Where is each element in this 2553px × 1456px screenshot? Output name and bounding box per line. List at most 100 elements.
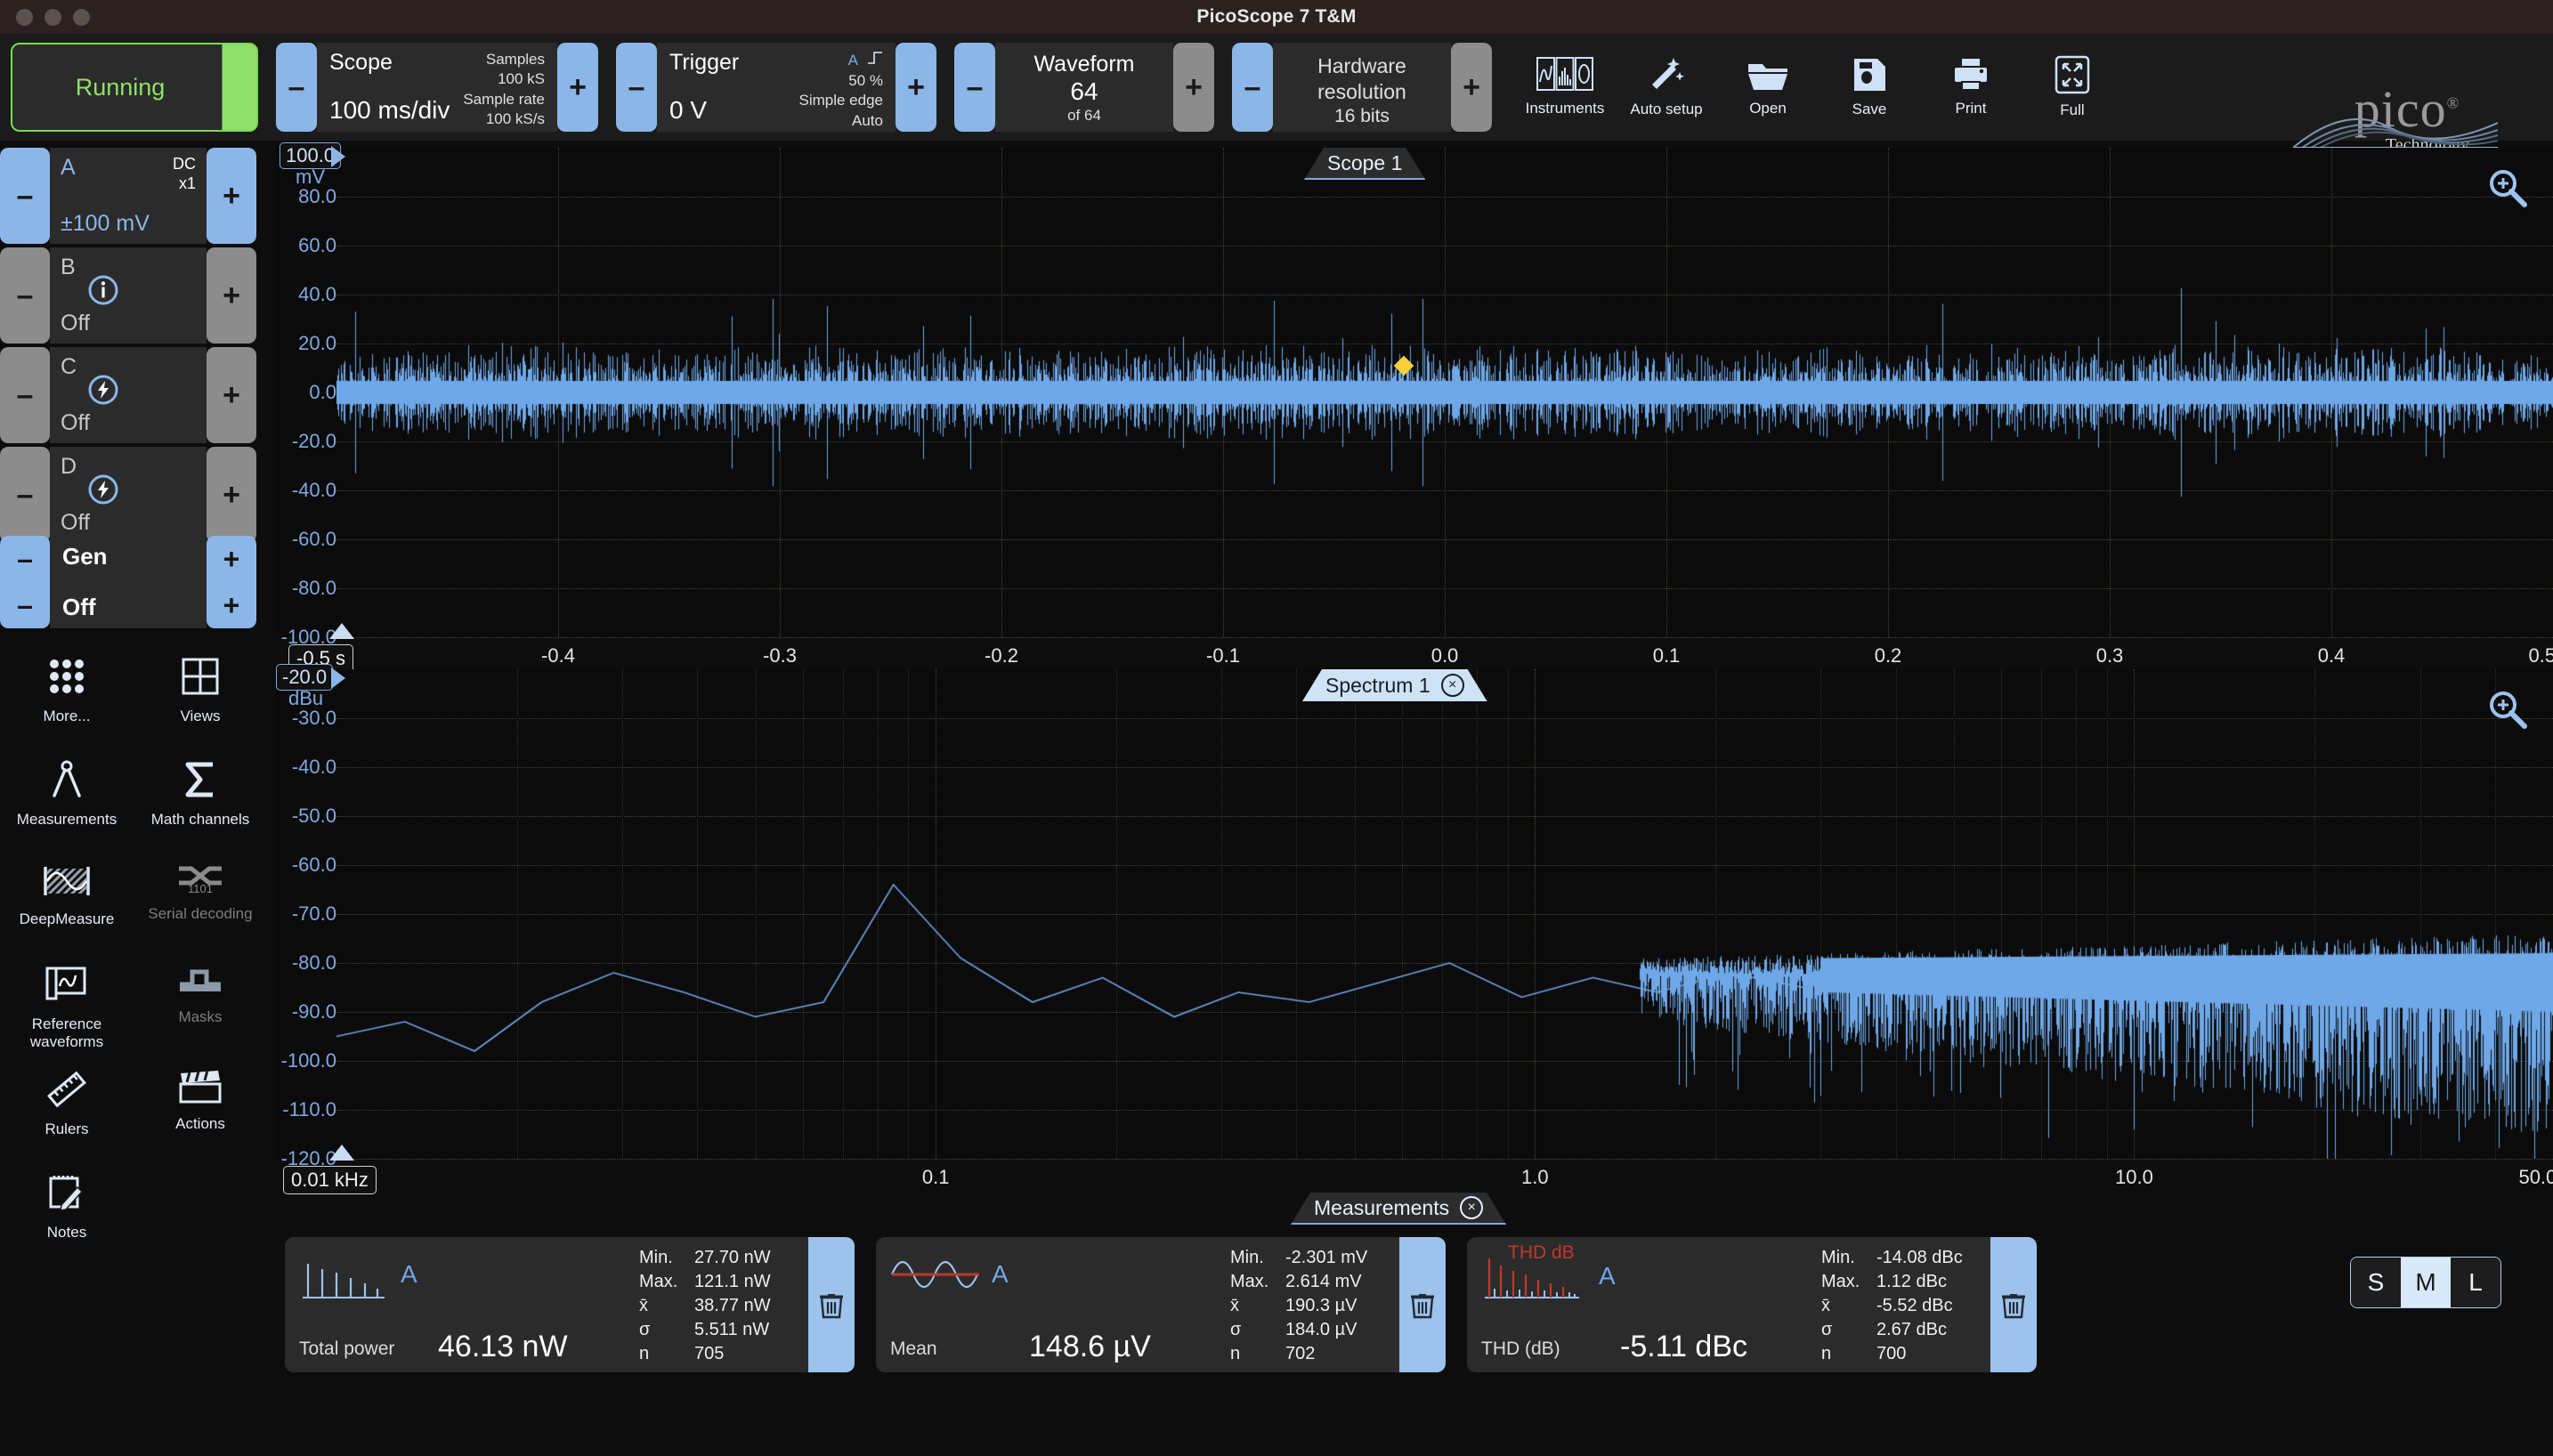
print-button[interactable]: Print — [1923, 41, 2019, 133]
timebase-increment-button[interactable]: + — [557, 43, 598, 132]
x-axis-tick-label: -0.1 — [1206, 644, 1240, 667]
channel-B-increment-button[interactable]: + — [207, 247, 256, 344]
tool-more[interactable]: More... — [0, 650, 134, 748]
spectrum-freq-marker[interactable] — [329, 1145, 354, 1161]
tab-measurements[interactable]: Measurements × — [1291, 1193, 1506, 1225]
scope-channel-offset-marker[interactable] — [331, 146, 345, 167]
window-title: PicoScope 7 T&M — [1196, 6, 1357, 27]
spectrum-thumb-icon — [299, 1250, 399, 1306]
channel-A-control[interactable]: – A ±100 mV DC x1 + — [0, 148, 256, 244]
tool-notes[interactable]: Notes — [0, 1166, 134, 1264]
magnifier-icon[interactable] — [2487, 689, 2528, 734]
channel-A-decrement-button[interactable]: – — [0, 148, 50, 244]
size-option-m[interactable]: M — [2401, 1258, 2451, 1307]
info-icon[interactable] — [87, 274, 119, 311]
measurement-card-mean[interactable]: A Mean 148.6 µV Min. -2.301 mV Max. 2.61… — [876, 1237, 1446, 1372]
timebase-control[interactable]: – Scope 100 ms/div Samples 100 kS Sample… — [276, 43, 598, 132]
delete-measurement-button[interactable] — [1399, 1237, 1446, 1372]
waveform-decrement-button[interactable]: – — [954, 43, 995, 132]
x-axis-tick-label: 1.0 — [1521, 1166, 1549, 1188]
save-button[interactable]: Save — [1821, 41, 1917, 133]
channel-D-control[interactable]: – D Off + — [0, 447, 256, 543]
measurement-card-thd[interactable]: THD dB A THD (dB) -5.11 dBc Min. -14.08 … — [1467, 1237, 2037, 1372]
bolt-icon[interactable] — [87, 374, 119, 410]
waveform-total: of 64 — [1067, 107, 1101, 124]
tab-spectrum-1[interactable]: Spectrum 1 × — [1302, 669, 1487, 701]
tool-actions[interactable]: Actions — [134, 1063, 267, 1161]
tool-serial-decoding[interactable]: 1101 Serial decoding — [134, 856, 267, 954]
tab-scope-1[interactable]: Scope 1 — [1304, 148, 1425, 180]
tool-measurements[interactable]: Measurements — [0, 753, 134, 851]
fullscreen-label: Full — [2060, 101, 2085, 118]
measurement-channel-label: A — [401, 1260, 417, 1288]
timebase-decrement-button[interactable]: – — [276, 43, 317, 132]
generator-decrement-buttons[interactable]: – – — [0, 536, 50, 628]
waveform-control[interactable]: – Waveform 64 of 64 + — [954, 43, 1214, 132]
tool-deepmeasure[interactable]: DeepMeasure — [0, 856, 134, 954]
spectrum-freq-start-box[interactable]: 0.01 kHz — [283, 1166, 377, 1194]
y-axis-tick-label: 20.0 — [298, 332, 336, 354]
trigger-source-label: A — [847, 51, 858, 69]
measurement-stats: Min. -14.08 dBc Max. 1.12 dBc x̄ -5.52 d… — [1821, 1237, 1990, 1372]
channel-B-range: Off — [61, 311, 90, 336]
channel-C-decrement-button[interactable]: – — [0, 347, 50, 443]
trigger-control[interactable]: – Trigger 0 V A 50 % Simple edge Auto + — [616, 43, 936, 132]
tool-views[interactable]: Views — [134, 650, 267, 748]
timebase-value: 100 ms/div — [329, 96, 450, 124]
y-axis-tick-label: -40.0 — [291, 756, 336, 778]
tool-math-channels[interactable]: Math channels — [134, 753, 267, 851]
trigger-mode: Simple edge — [798, 92, 883, 109]
resolution-increment-button[interactable]: + — [1451, 43, 1492, 132]
tool-rulers[interactable]: Rulers — [0, 1063, 134, 1161]
magnifier-icon[interactable] — [2487, 167, 2528, 213]
spectrum-y-axis: -20.0-30.0-40.0-50.0-60.0-70.0-80.0-90.0… — [276, 669, 336, 1169]
open-button[interactable]: Open — [1720, 41, 1816, 133]
size-option-s[interactable]: S — [2351, 1258, 2401, 1307]
window-titlebar: PicoScope 7 T&M — [0, 0, 2553, 34]
fullscreen-button[interactable]: Full — [2024, 41, 2120, 133]
channel-A-increment-button[interactable]: + — [207, 148, 256, 244]
channel-B-decrement-button[interactable]: – — [0, 247, 50, 344]
instruments-button[interactable]: Instruments — [1517, 41, 1613, 133]
generator-increment-buttons[interactable]: + + — [207, 536, 256, 628]
channel-D-increment-button[interactable]: + — [207, 447, 256, 543]
bolt-icon[interactable] — [87, 473, 119, 510]
signal-generator-control[interactable]: – – Gen Off + + — [0, 536, 256, 628]
close-icon[interactable]: × — [1460, 1196, 1483, 1219]
measurement-size-selector[interactable]: S M L — [2350, 1257, 2501, 1308]
measurement-channel-label: A — [992, 1260, 1009, 1288]
main-toolbar: Running – Scope 100 ms/div Samples 100 k… — [0, 34, 2553, 155]
channel-C-control[interactable]: – C Off + — [0, 347, 256, 443]
x-axis-tick-label: 10.0 — [2115, 1166, 2153, 1188]
stat-value: 38.77 nW — [694, 1296, 771, 1315]
stat-key: σ — [639, 1320, 651, 1339]
channel-C-increment-button[interactable]: + — [207, 347, 256, 443]
auto-setup-button[interactable]: Auto setup — [1618, 41, 1714, 133]
tool-reference-waveforms[interactable]: Reference waveforms — [0, 959, 134, 1057]
run-stop-button[interactable]: Running — [11, 43, 258, 132]
resolution-decrement-button[interactable]: – — [1232, 43, 1273, 132]
y-axis-tick-label: -90.0 — [291, 1000, 336, 1023]
resolution-control[interactable]: – Hardware resolution 16 bits + — [1232, 43, 1492, 132]
scope-time-marker[interactable] — [329, 623, 354, 639]
delete-measurement-button[interactable] — [808, 1237, 855, 1372]
channel-D-decrement-button[interactable]: – — [0, 447, 50, 543]
spectrum-offset-marker[interactable] — [331, 667, 345, 689]
scope-view-panel[interactable]: 100.080.060.040.020.00.0-20.0-40.0-60.0-… — [276, 142, 2553, 673]
channel-B-control[interactable]: – B Off + — [0, 247, 256, 344]
size-option-l[interactable]: L — [2451, 1258, 2500, 1307]
trigger-increment-button[interactable]: + — [896, 43, 936, 132]
folder-icon — [1747, 57, 1789, 93]
trigger-decrement-button[interactable]: – — [616, 43, 657, 132]
measurement-card-total-power[interactable]: A Total power 46.13 nW Min. 27.70 nW Max… — [285, 1237, 855, 1372]
tool-masks[interactable]: Masks — [134, 959, 267, 1057]
waveform-increment-button[interactable]: + — [1173, 43, 1214, 132]
thd-thumb-label: THD dB — [1508, 1242, 1575, 1263]
stat-value: 705 — [694, 1344, 725, 1363]
tool-measurements-label: Measurements — [16, 811, 118, 828]
delete-measurement-button[interactable] — [1990, 1237, 2037, 1372]
channel-B-name: B — [61, 255, 76, 279]
close-icon[interactable]: × — [1441, 674, 1464, 697]
notes-icon — [47, 1173, 86, 1217]
spectrum-view-panel[interactable]: -20.0-30.0-40.0-50.0-60.0-70.0-80.0-90.0… — [276, 664, 2553, 1194]
